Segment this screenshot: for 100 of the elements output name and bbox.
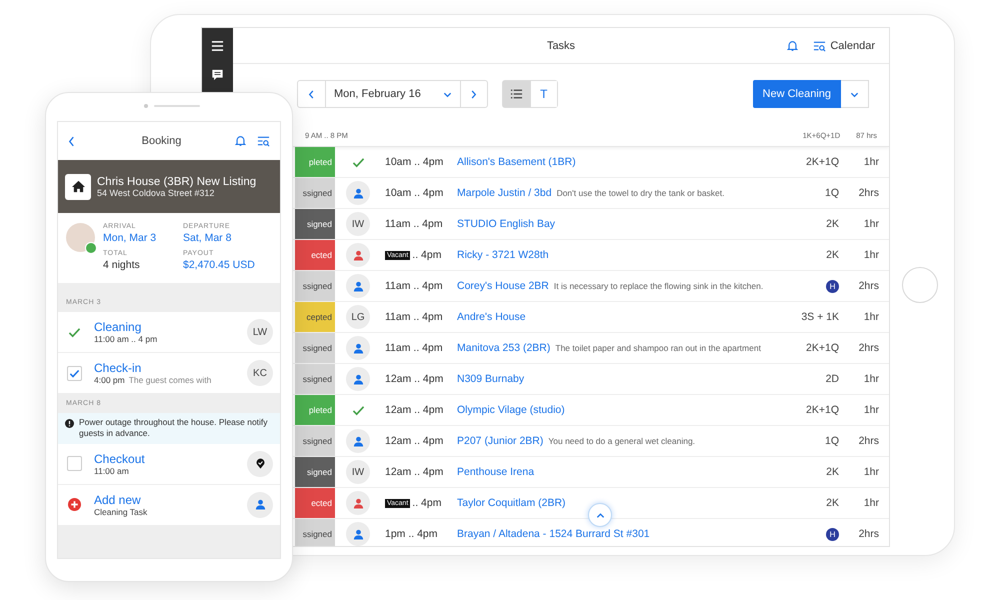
assignee-avatar[interactable]: LG: [346, 305, 370, 329]
field-value[interactable]: Mon, Mar 3: [103, 232, 183, 244]
task-note: You need to do a general wet cleaning.: [548, 436, 696, 446]
listing-address: 54 West Coldova Street #312: [97, 188, 216, 198]
assign-button[interactable]: [346, 522, 370, 546]
assign-button[interactable]: [346, 491, 370, 515]
item-title[interactable]: Cleaning: [94, 320, 235, 334]
status-label: cepted: [295, 302, 335, 332]
bed-count: 2K: [826, 466, 839, 478]
time-text: 10am .. 4pm: [385, 156, 444, 168]
bed-count: 2K+1Q: [806, 342, 839, 354]
bed-count: 2K: [826, 218, 839, 230]
duration-text: 2hrs: [858, 435, 880, 447]
menu-icon[interactable]: [211, 40, 224, 52]
field-value[interactable]: $2,470.45 USD: [183, 259, 255, 271]
assign-button[interactable]: [346, 243, 370, 267]
duration-text: 1hr: [862, 466, 880, 478]
item-time: 11:00 am: [94, 466, 129, 476]
assign-button[interactable]: [346, 367, 370, 391]
assign-button[interactable]: [346, 181, 370, 205]
task-link[interactable]: Corey's House 2BR: [457, 280, 549, 292]
assignee-avatar[interactable]: IW: [346, 212, 370, 236]
task-link[interactable]: P207 (Junior 2BR): [457, 435, 544, 447]
list-icon: [510, 88, 523, 100]
bed-count: 1Q: [824, 187, 839, 199]
task-link[interactable]: Penthouse Irena: [457, 466, 534, 478]
assignee-avatar[interactable]: KC: [247, 360, 273, 386]
duration-text: 1hr: [862, 404, 880, 416]
task-link[interactable]: STUDIO English Bay: [457, 218, 556, 230]
bed-count: 1Q: [824, 435, 839, 447]
checkbox[interactable]: [66, 366, 82, 380]
item-time: 4:00 pm: [94, 375, 125, 385]
h-badge: H: [826, 280, 839, 292]
assignee-avatar[interactable]: LW: [247, 319, 273, 345]
task-link[interactable]: Andre's House: [457, 311, 526, 323]
task-link[interactable]: Olympic Vilage (studio): [457, 404, 565, 416]
field-value[interactable]: Sat, Mar 8: [183, 232, 255, 244]
duration-text: 2hrs: [858, 342, 880, 354]
time-text: 10am .. 4pm: [385, 187, 444, 199]
task-link[interactable]: Brayan / Altadena - 1524 Burrard St #301: [457, 528, 650, 540]
assign-button[interactable]: [346, 336, 370, 360]
bell-icon[interactable]: [786, 40, 800, 52]
item-note: The guest comes with: [128, 375, 212, 385]
task-link[interactable]: Allison's Basement (1BR): [457, 156, 576, 168]
alert-text: Power outage throughout the house. Please notify guests in advance.: [79, 417, 269, 440]
view-toggle[interactable]: [502, 81, 530, 107]
item-title[interactable]: Checkout: [94, 452, 235, 466]
task-note: The toilet paper and shampoo ran out in the apartment: [555, 343, 761, 353]
back-icon[interactable]: [68, 136, 75, 146]
task-link[interactable]: Manitova 253 (2BR): [457, 342, 550, 354]
new-cleaning-button[interactable]: New Cleaning: [752, 80, 841, 108]
field-value: 4 nights: [103, 259, 141, 271]
task-link[interactable]: Ricky - 3721 W28th: [457, 249, 549, 261]
checkbox[interactable]: [66, 456, 82, 472]
filter-search-icon[interactable]: [257, 135, 270, 147]
view-toggle[interactable]: T: [530, 81, 557, 107]
time-text: 11am .. 4pm: [385, 218, 443, 230]
task-link[interactable]: Marpole Justin / 3bd: [457, 187, 552, 199]
status-label: pleted: [295, 395, 335, 425]
duration-text: 2hrs: [858, 280, 880, 292]
item-time: 11:00 am .. 4 pm: [94, 334, 158, 344]
status-label: ssigned: [295, 364, 335, 394]
bell-icon[interactable]: [234, 135, 247, 147]
chat-icon[interactable]: [211, 69, 224, 81]
schedule-item[interactable]: Check-in 4:00 pm The guest comes with KC: [58, 353, 280, 394]
duration-text: 1hr: [862, 497, 880, 509]
item-title[interactable]: Add new: [94, 492, 235, 507]
schedule-item[interactable]: Cleaning 11:00 am .. 4 pm LW: [58, 312, 280, 353]
status-label: ssigned: [295, 426, 335, 456]
assignee-avatar[interactable]: IW: [346, 460, 370, 484]
person-icon: [352, 528, 364, 540]
chevron-right-icon: [469, 90, 478, 98]
assign-button[interactable]: [346, 429, 370, 453]
task-link[interactable]: Taylor Coquitlam (2BR): [457, 497, 566, 509]
status-label: ssigned: [295, 271, 335, 301]
date-dropdown[interactable]: Mon, February 16: [325, 81, 460, 107]
guest-avatar: [66, 223, 95, 252]
person-icon: [352, 342, 364, 354]
duration-text: 1hr: [862, 249, 880, 261]
duration-text: 1hr: [862, 311, 880, 323]
checkmark-icon: [352, 404, 364, 416]
item-title[interactable]: Check-in: [94, 361, 235, 375]
task-note: It is necessary to replace the flowing sink in the kitchen.: [554, 281, 764, 291]
time-text: 12am .. 4pm: [385, 466, 444, 478]
calendar-button[interactable]: Calendar: [813, 40, 875, 52]
assign-button[interactable]: [247, 492, 273, 518]
person-icon: [352, 280, 364, 292]
screen-title: Booking: [140, 135, 182, 147]
bed-count: 2K+1Q: [806, 404, 839, 416]
time-text: .. 4pm: [412, 249, 442, 261]
task-link[interactable]: N309 Burnaby: [457, 373, 524, 385]
status-label: ssigned: [295, 519, 335, 546]
schedule-item[interactable]: Checkout 11:00 am: [58, 444, 280, 485]
add-icon[interactable]: [68, 498, 80, 512]
task-note: Don't use the towel to dry the tank or basket.: [556, 188, 724, 198]
location-button[interactable]: [247, 450, 273, 477]
assign-button[interactable]: [346, 274, 370, 298]
house-icon: [65, 174, 91, 200]
time-text: 11am .. 4pm: [385, 311, 443, 323]
schedule-item[interactable]: Add new Cleaning Task: [58, 484, 280, 526]
